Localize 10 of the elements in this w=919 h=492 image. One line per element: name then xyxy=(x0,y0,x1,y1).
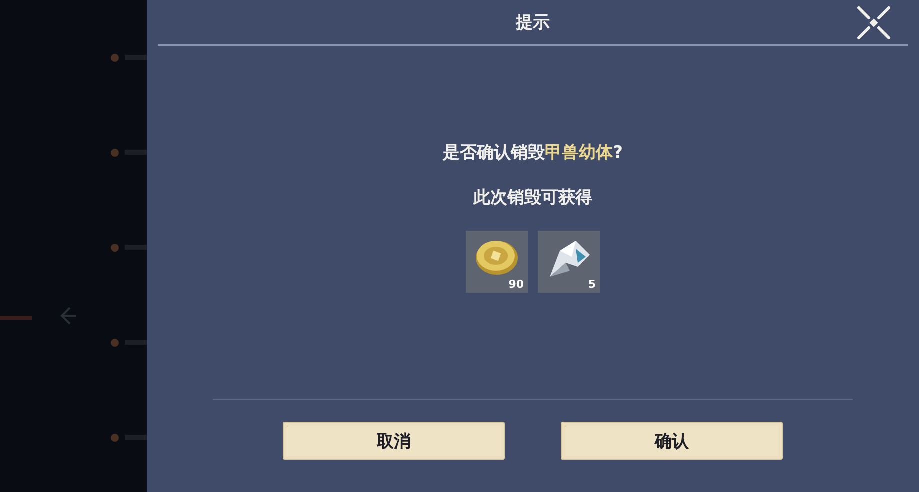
close-icon[interactable] xyxy=(857,6,891,40)
item-count: 90 xyxy=(508,278,524,291)
reward-slot[interactable]: 90 xyxy=(466,231,528,293)
reward-caption: 此次销毁可获得 xyxy=(474,187,592,209)
dialog-button[interactable]: 确认 xyxy=(561,422,783,460)
dialog-button[interactable]: 取消 xyxy=(283,422,505,460)
dialog-title: 提示 xyxy=(516,12,550,34)
item-count: 5 xyxy=(588,278,596,291)
reward-slot[interactable]: 5 xyxy=(538,231,600,293)
confirm-message: 是否确认销毁甲兽幼体? xyxy=(443,142,623,164)
